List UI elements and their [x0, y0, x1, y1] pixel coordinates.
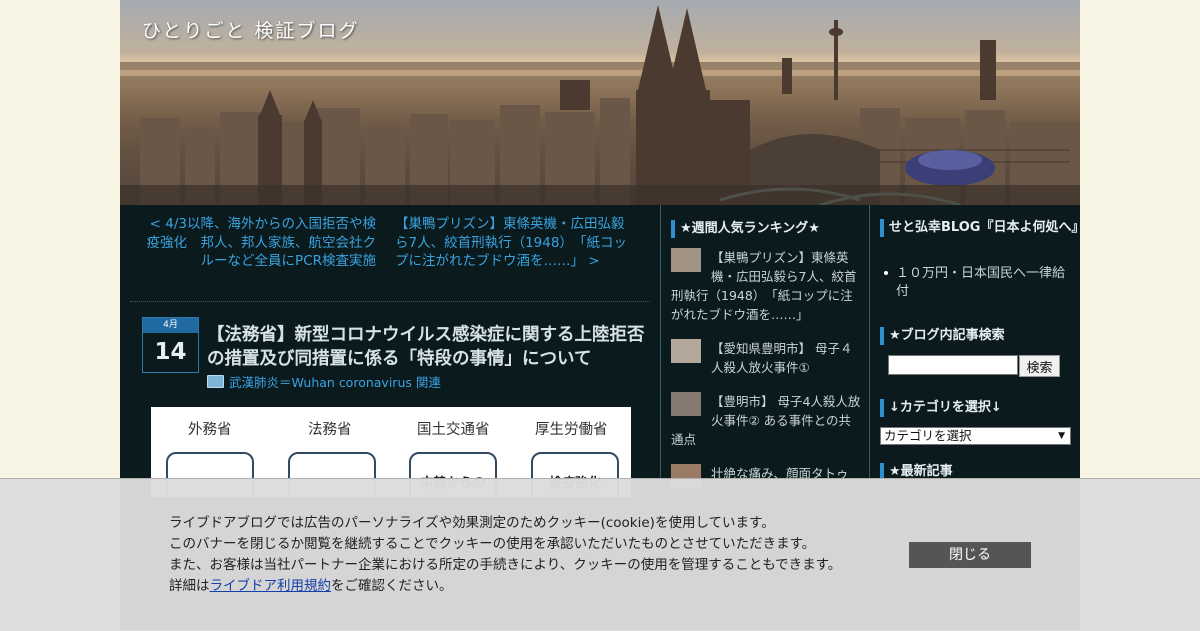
post-date-day: 14 [154, 339, 187, 365]
blog-link-item[interactable]: １０万円・日本国民へ一律給付 [880, 265, 1070, 301]
header-banner: ひとりごと 検証ブログ [120, 0, 1080, 205]
cookie-line: このバナーを閉じるか閲覧を継続することでクッキーの使用を承認いただいたものとさせ… [169, 536, 816, 552]
blog-link-list: １０万円・日本国民へ一律給付 [880, 265, 1070, 301]
ranking-item[interactable]: 【巣鴨プリズン】東條英機・広田弘毅ら7人、絞首刑執行（1948） 「紙コップに注… [671, 248, 861, 324]
category-select-value: カテゴリを選択 [884, 428, 972, 443]
cookie-notice-text: ライブドアブログでは広告のパーソナライズや効果測定のためクッキー(cookie)… [169, 513, 841, 597]
search-button[interactable]: 検索 [1019, 355, 1060, 377]
ranking-item[interactable]: 【豊明市】 母子4人殺人放火事件② ある事件との共通点 [671, 392, 861, 449]
blog-link-heading: せと弘幸BLOG『日本よ何処へ』 [880, 219, 1084, 237]
post-title[interactable]: 【法務省】新型コロナウイルス感染症に関する上陸拒否の措置及び同措置に係る「特段の… [207, 323, 647, 371]
cookie-details-suffix: をご確認ください。 [331, 578, 453, 594]
site-title[interactable]: ひとりごと 検証ブログ [142, 16, 359, 43]
ranking-thumbnail [671, 339, 701, 363]
cookie-line: また、お客様は当社パートナー企業における所定の手続きにより、クッキーの使用を管理… [169, 557, 842, 573]
search-heading: ★ブログ内記事検索 [880, 327, 1079, 345]
folder-icon [207, 375, 224, 388]
ministry-label: 外務省 [188, 422, 232, 438]
cookie-banner: ライブドアブログでは広告のパーソナライズや効果測定のためクッキー(cookie)… [0, 478, 1200, 631]
ranking-item-label[interactable]: 【愛知県豊明市】 母子４人殺人放火事件① [711, 341, 852, 375]
category-heading: ↓カテゴリを選択↓ [880, 399, 1079, 417]
search-input[interactable] [888, 355, 1018, 375]
post-date: 4月 14 [142, 317, 199, 373]
prev-next-nav: < 4/3以降、海外からの入国拒否や検疫強化 邦人、邦人家族、航空会社クルーなど… [130, 215, 650, 302]
cookie-line: ライブドアブログでは広告のパーソナライズや効果測定のためクッキー(cookie)… [169, 515, 775, 531]
ranking-item[interactable]: 【愛知県豊明市】 母子４人殺人放火事件① [671, 339, 861, 377]
terms-link[interactable]: ライブドア利用規約 [210, 578, 332, 594]
ministry-label: 国土交通省 [417, 422, 490, 438]
prev-post-link[interactable]: < 4/3以降、海外からの入国拒否や検疫強化 邦人、邦人家族、航空会社クルーなど… [140, 215, 377, 271]
post-category[interactable]: 武漢肺炎＝Wuhan coronavirus 関連 [207, 375, 441, 391]
ranking-thumbnail [671, 392, 701, 416]
ranking-heading: ★週間人気ランキング★ [671, 220, 870, 238]
post-date-month: 4月 [143, 318, 198, 333]
dropdown-arrow-icon: ▼ [1058, 431, 1065, 441]
ministry-label: 法務省 [308, 422, 352, 438]
category-select[interactable]: カテゴリを選択 ▼ [880, 427, 1071, 445]
next-post-link[interactable]: 【巣鴨プリズン】東條英機・広田弘毅ら7人、絞首刑執行（1948） 「紙コップに注… [395, 215, 631, 271]
cookie-close-button[interactable]: 閉じる [909, 542, 1031, 568]
cookie-details-prefix: 詳細は [169, 578, 210, 594]
ranking-thumbnail [671, 248, 701, 272]
post-category-label[interactable]: 武漢肺炎＝Wuhan coronavirus 関連 [229, 375, 441, 390]
cookie-line: 詳細はライブドア利用規約をご確認ください。 [169, 576, 841, 597]
ranking-sidebar: ★週間人気ランキング★ 【巣鴨プリズン】東條英機・広田弘毅ら7人、絞首刑執行（1… [660, 205, 870, 488]
ministry-label: 厚生労働省 [535, 422, 608, 438]
